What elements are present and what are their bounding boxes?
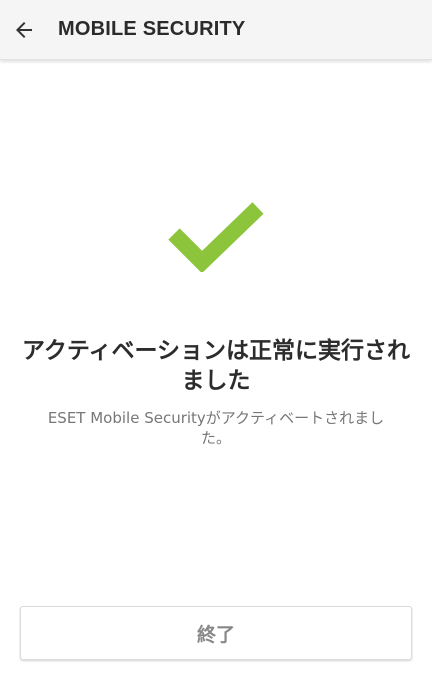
success-message: ESET Mobile Securityがアクティベートされました。: [47, 409, 385, 447]
app-bar: MOBILE SECURITY: [0, 0, 432, 60]
back-button[interactable]: [0, 6, 48, 54]
finish-button[interactable]: 終了: [20, 606, 412, 660]
checkmark-icon: [168, 202, 264, 272]
success-headline: アクティベーションは正常に実行されました: [21, 338, 410, 394]
arrow-left-icon: [16, 21, 32, 38]
activation-result: アクティベーションは正常に実行されました ESET Mobile Securit…: [0, 60, 432, 600]
app-title: MOBILE SECURITY: [58, 18, 246, 40]
